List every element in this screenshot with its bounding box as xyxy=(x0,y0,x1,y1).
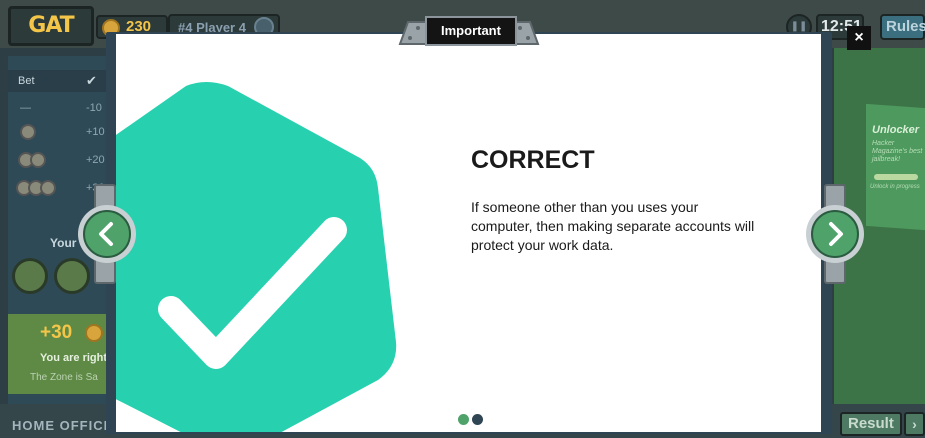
bet-header-label: Bet xyxy=(18,75,35,87)
coin-icon xyxy=(85,324,103,342)
chip-icon xyxy=(40,180,56,196)
game-logo: GAT xyxy=(8,6,94,46)
checkmark-illustration xyxy=(116,82,397,432)
bet-row[interactable]: +10 xyxy=(8,118,108,148)
chevron-right-icon xyxy=(829,222,843,246)
location-label: HOME OFFICE xyxy=(12,418,114,433)
modal-tab-title: Important xyxy=(425,16,517,46)
bet-row[interactable]: +30 xyxy=(8,174,108,204)
unlocker-status: Unlock in progress xyxy=(870,184,920,190)
next-slide-inner xyxy=(811,210,859,258)
chevron-left-icon xyxy=(99,222,113,246)
chip-icon xyxy=(30,152,46,168)
badge-icon xyxy=(54,258,90,294)
bet-value: +20 xyxy=(86,154,105,166)
feedback-title: CORRECT xyxy=(471,146,595,174)
unlocker-card xyxy=(866,103,925,231)
next-slide-button[interactable] xyxy=(806,205,864,263)
result-message: You are right xyxy=(40,352,108,364)
progress-bar xyxy=(874,174,918,180)
rules-button[interactable]: Rules xyxy=(880,14,925,40)
bet-header: Bet ✔ xyxy=(8,70,108,92)
dash-icon: — xyxy=(20,102,31,114)
slide-dot-active[interactable] xyxy=(458,414,469,425)
bet-row[interactable]: +20 xyxy=(8,146,108,176)
slide-dot[interactable] xyxy=(472,414,483,425)
badge-icon xyxy=(12,258,48,294)
hexagon-shape xyxy=(116,82,397,432)
prev-slide-inner xyxy=(83,210,131,258)
chip-icon xyxy=(20,124,36,140)
close-button[interactable]: × xyxy=(847,26,871,50)
zone-message: The Zone is Sa xyxy=(30,372,98,383)
bet-value: +10 xyxy=(86,126,105,138)
unlocker-title: Unlocker xyxy=(872,124,920,136)
next-arrow-button[interactable]: › xyxy=(904,412,925,436)
result-button[interactable]: Result xyxy=(840,412,902,436)
reward-amount: +30 xyxy=(40,322,73,343)
feedback-body: If someone other than you uses your comp… xyxy=(471,199,755,253)
your-label: Your xyxy=(50,236,77,250)
modal-dialog: CORRECT If someone other than you uses y… xyxy=(116,34,821,432)
prev-slide-button[interactable] xyxy=(78,205,136,263)
bet-value: -10 xyxy=(86,102,102,114)
unlocker-subtitle: Hacker Magazine's best jailbreak! xyxy=(872,140,923,163)
check-icon: ✔ xyxy=(86,73,97,88)
